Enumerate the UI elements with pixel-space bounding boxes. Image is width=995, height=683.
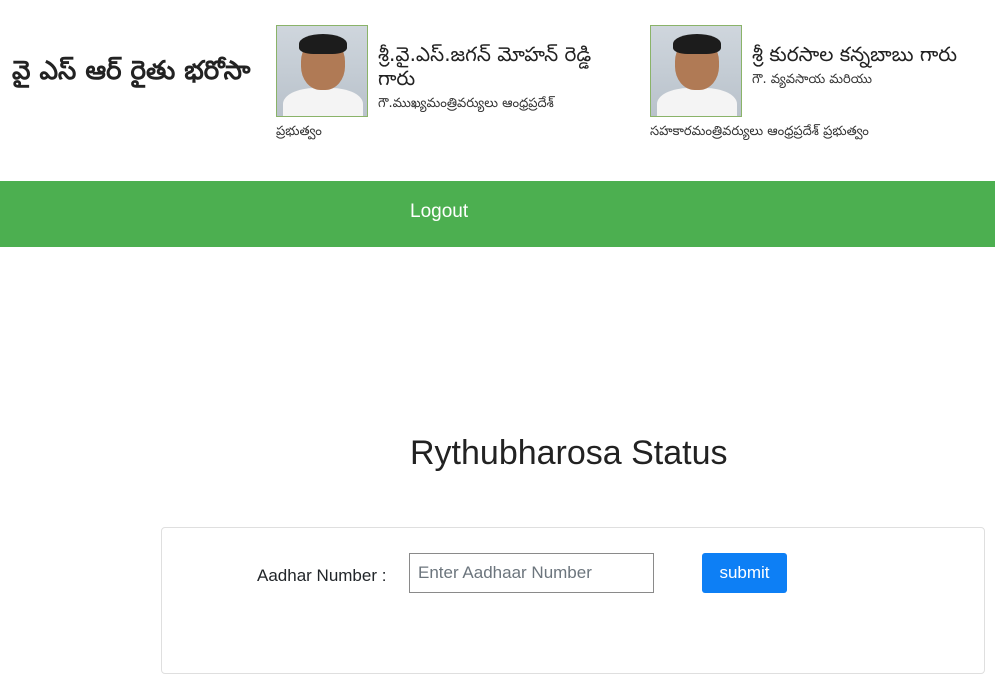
nav-bar: Logout [0, 181, 995, 247]
aadhar-input[interactable] [409, 553, 654, 593]
header: వై ఎస్ ఆర్ రైతు భరోసా శ్రీ.వై.ఎస్.జగన్ మ… [0, 0, 995, 181]
official-role-line1: గౌ.ముఖ్యమంత్రివర్యులు ఆంధ్రప్రదేశ్ [378, 96, 554, 111]
submit-button[interactable]: submit [702, 553, 787, 593]
official-chief-minister: శ్రీ.వై.ఎస్.జగన్ మోహన్ రెడ్డి గారు గౌ.ము… [276, 25, 626, 117]
official-photo-agriculture-minister [650, 25, 742, 117]
aadhar-label: Aadhar Number : [257, 566, 387, 585]
official-photo-chief-minister [276, 25, 368, 117]
official-role-line2: ప్రభుత్వం [276, 124, 322, 139]
page-title: Rythubharosa Status [410, 434, 728, 472]
official-role-line2: సహకారమంత్రివర్యులు ఆంధ్రప్రదేశ్ ప్రభుత్వ… [650, 124, 869, 139]
official-agriculture-minister: శ్రీ కురసాల కన్నబాబు గారు గౌ. వ్యవసాయ మర… [650, 25, 980, 117]
logout-link[interactable]: Logout [410, 201, 468, 223]
official-role-line1: గౌ. వ్యవసాయ మరియు [752, 72, 872, 87]
site-title: వై ఎస్ ఆర్ రైతు భరోసా [12, 56, 251, 86]
status-form-card [161, 527, 985, 674]
page: వై ఎస్ ఆర్ రైతు భరోసా శ్రీ.వై.ఎస్.జగన్ మ… [0, 0, 995, 683]
